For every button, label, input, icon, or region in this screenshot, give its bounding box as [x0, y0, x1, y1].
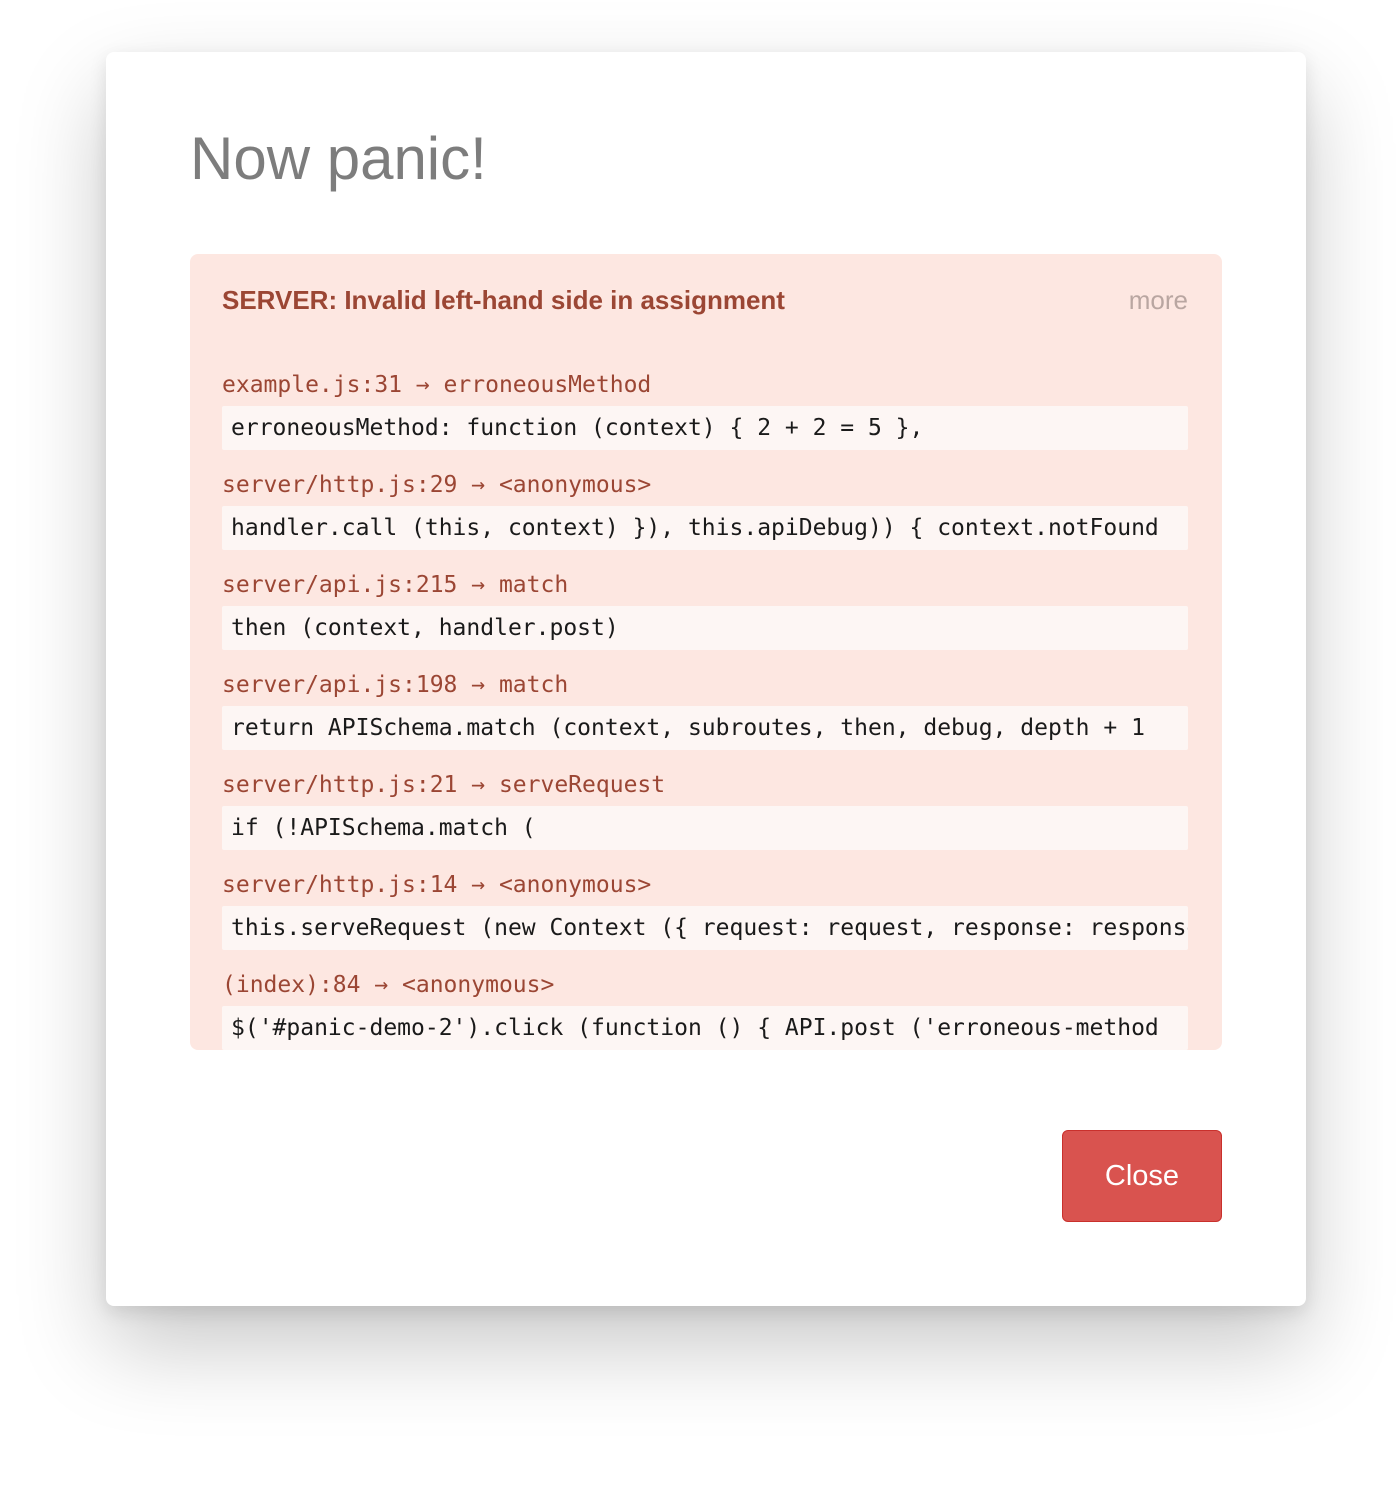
frame-code: this.serveRequest (new Context ({ reques…	[222, 906, 1188, 950]
stack-frame: server/http.js:21 → serveRequest if (!AP…	[222, 770, 1188, 850]
frame-code: handler.call (this, context) }), this.ap…	[222, 506, 1188, 550]
frame-location: server/http.js:14 → <anonymous>	[222, 872, 652, 898]
frame-code: return APISchema.match (context, subrout…	[222, 706, 1188, 750]
frame-location: server/api.js:215 → match	[222, 572, 569, 598]
frame-location: server/http.js:29 → <anonymous>	[222, 472, 652, 498]
error-panel: SERVER: Invalid left-hand side in assign…	[190, 254, 1222, 1050]
frame-location: example.js:31 → erroneousMethod	[222, 372, 652, 398]
frame-location: server/http.js:21 → serveRequest	[222, 772, 666, 798]
frame-location: server/api.js:198 → match	[222, 672, 569, 698]
error-message: SERVER: Invalid left-hand side in assign…	[222, 285, 785, 315]
close-button[interactable]: Close	[1062, 1130, 1222, 1222]
error-modal: Now panic! SERVER: Invalid left-hand sid…	[106, 52, 1306, 1306]
more-link[interactable]: more	[1129, 282, 1188, 318]
frame-code: if (!APISchema.match (	[222, 806, 1188, 850]
frame-code: $('#panic-demo-2').click (function () { …	[222, 1006, 1188, 1050]
modal-title: Now panic!	[190, 125, 487, 192]
stack-frame: (index):84 → <anonymous> $('#panic-demo-…	[222, 970, 1188, 1050]
stack-frame: server/http.js:14 → <anonymous> this.ser…	[222, 870, 1188, 950]
error-header: SERVER: Invalid left-hand side in assign…	[222, 282, 1188, 326]
stack-frame: server/api.js:198 → match return APISche…	[222, 670, 1188, 750]
frame-code: then (context, handler.post)	[222, 606, 1188, 650]
stack-frame: server/http.js:29 → <anonymous> handler.…	[222, 470, 1188, 550]
stack-frame: server/api.js:215 → match then (context,…	[222, 570, 1188, 650]
stack-trace: example.js:31 → erroneousMethod erroneou…	[222, 370, 1188, 1050]
frame-code: erroneousMethod: function (context) { 2 …	[222, 406, 1188, 450]
stack-frame: example.js:31 → erroneousMethod erroneou…	[222, 370, 1188, 450]
frame-location: (index):84 → <anonymous>	[222, 972, 555, 998]
